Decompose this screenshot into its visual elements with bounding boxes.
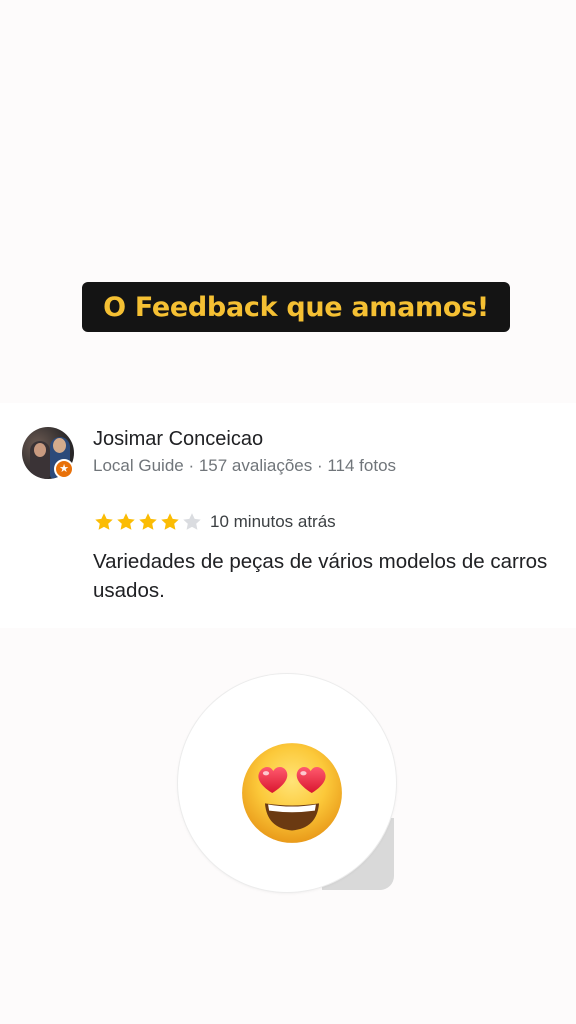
star-rating — [93, 511, 203, 533]
heart-eyes-face-icon — [242, 743, 342, 843]
star-filled-icon — [95, 513, 113, 530]
feedback-banner: O Feedback que amamos! — [82, 282, 510, 332]
review-time: 10 minutos atrás — [210, 512, 336, 531]
review-card: ★ Josimar Conceicao Local Guide · 157 av… — [0, 403, 576, 628]
reaction-bubble — [172, 668, 404, 900]
star-filled-icon — [161, 513, 179, 530]
star-empty-icon — [183, 513, 201, 530]
review-text: Variedades de peças de vários modelos de… — [93, 550, 548, 602]
rating-row: 10 minutos atrás — [93, 511, 336, 533]
reviewer-meta: Local Guide · 157 avaliações · 114 fotos — [93, 456, 397, 475]
bubble-circle — [178, 674, 396, 892]
reviewer-name[interactable]: Josimar Conceicao — [93, 428, 263, 451]
star-filled-icon — [117, 513, 135, 530]
banner-title: O Feedback que amamos! — [103, 291, 489, 323]
local-guide-badge-icon: ★ — [54, 459, 74, 479]
star-filled-icon — [139, 513, 157, 530]
